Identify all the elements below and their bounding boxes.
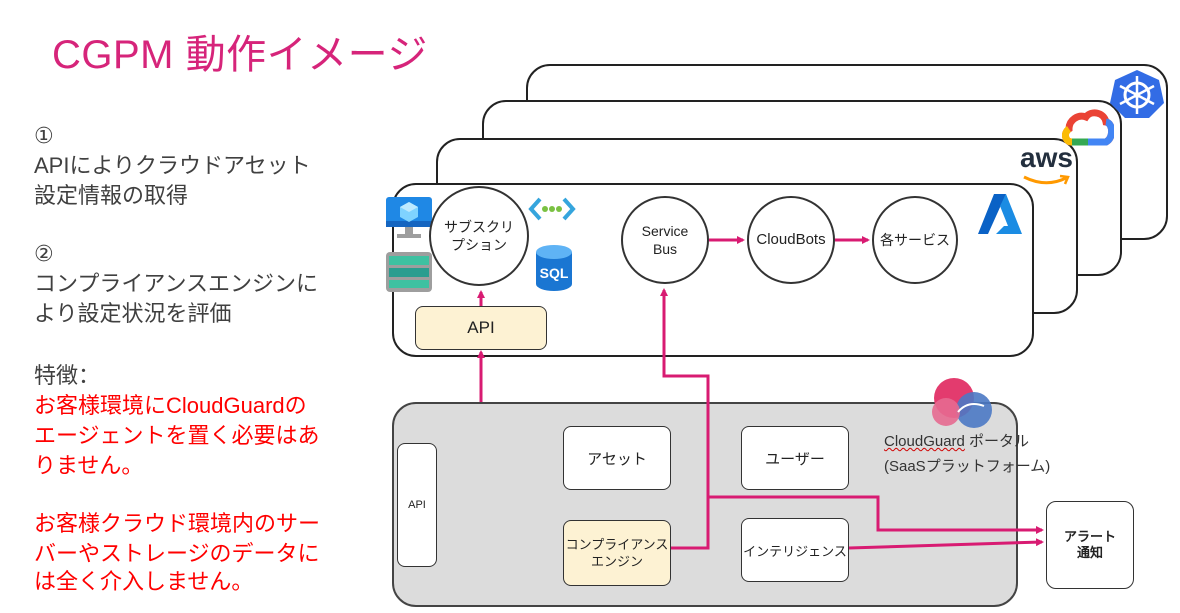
cloudbots-node: CloudBots xyxy=(747,196,835,284)
page-title: CGPM 動作イメージ xyxy=(52,33,428,77)
subscription-label-2: プション xyxy=(451,237,507,253)
compliance-label-2: エンジン xyxy=(590,554,643,569)
sql-label: SQL xyxy=(540,265,569,281)
step2-line1: コンプライアンスエンジンに xyxy=(34,271,319,296)
portal-api-box: API xyxy=(397,443,437,567)
step2-number: ② xyxy=(34,241,54,266)
compliance-engine-box: コンプライアンス エンジン xyxy=(563,520,671,586)
subscription-label-1: サブスクリ xyxy=(444,219,514,235)
portal-subtitle: (SaaSプラットフォーム) xyxy=(884,458,1051,475)
feature2-line2: バーやストレージのデータに xyxy=(34,541,320,566)
feature2-line1: お客様クラウド環境内のサー xyxy=(34,511,321,536)
network-connection-icon xyxy=(528,197,576,221)
service-bus-label-1: Service xyxy=(641,223,689,239)
portal-title-rest: ポータル xyxy=(964,433,1030,450)
portal-title-brand: CloudGuard xyxy=(884,433,965,450)
kubernetes-icon xyxy=(1110,70,1164,118)
intelligence-box: インテリジェンス xyxy=(741,518,849,582)
features-label: 特徴： xyxy=(34,363,101,388)
storage-icon xyxy=(386,252,432,292)
feature1-line1: お客様環境にCloudGuardの xyxy=(34,393,307,418)
subscription-node: サブスクリ プション xyxy=(429,186,529,286)
cloud-api-box: API xyxy=(415,306,547,350)
services-node: 各サービス xyxy=(872,196,958,284)
step1-line2: 設定情報の取得 xyxy=(34,183,189,208)
compliance-label-1: コンプライアンス xyxy=(565,537,669,552)
asset-box: アセット xyxy=(563,426,671,490)
alert-notification-box: アラート 通知 xyxy=(1046,501,1134,589)
step1-number: ① xyxy=(34,123,54,148)
cloudguard-logo-icon xyxy=(932,378,992,428)
alert-label-2: 通知 xyxy=(1076,545,1103,560)
azure-icon xyxy=(978,194,1022,234)
feature1-line3: りません。 xyxy=(34,453,144,478)
aws-logo-text: aws xyxy=(1020,142,1073,173)
step1-line1: APIによりクラウドアセット xyxy=(34,153,311,178)
user-box: ユーザー xyxy=(741,426,849,490)
feature2-line3: は全く介入しません。 xyxy=(34,569,254,594)
alert-label-1: アラート xyxy=(1063,529,1116,544)
step2-line2: より設定状況を評価 xyxy=(34,301,232,326)
service-bus-label-2: Bus xyxy=(652,241,678,257)
sql-database-icon: SQL xyxy=(536,245,572,291)
aws-smile-icon xyxy=(1023,174,1070,185)
portal-title: CloudGuard ポータル xyxy=(884,430,1029,454)
service-bus-node: Service Bus xyxy=(621,196,709,284)
feature1-line2: エージェントを置く必要はあ xyxy=(34,423,320,448)
